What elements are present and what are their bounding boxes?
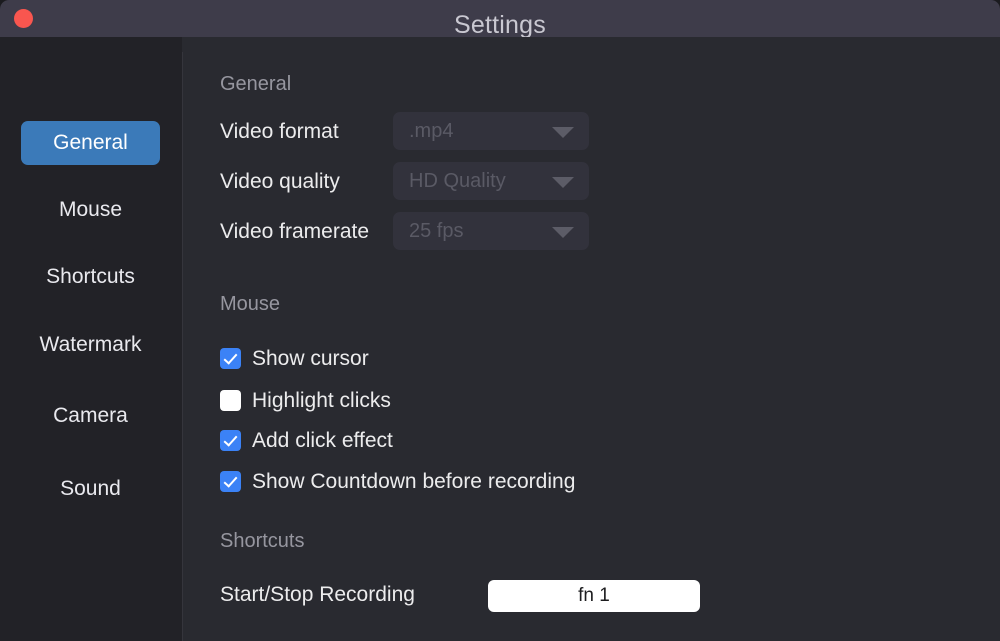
checkbox-show-countdown[interactable] [220,471,241,492]
checkbox-highlight-clicks[interactable] [220,390,241,411]
dropdown-video-format-value: .mp4 [409,120,454,142]
dropdown-video-quality-value: HD Quality [409,170,506,192]
sidebar-item-sound[interactable]: Sound [21,467,160,511]
chevron-down-icon [552,227,574,238]
chevron-down-icon [552,177,574,188]
checkbox-label-highlight-clicks: Highlight clicks [252,389,391,412]
dropdown-video-framerate-value: 25 fps [409,220,464,242]
label-video-format: Video format [220,120,339,143]
section-header-general: General [220,73,292,95]
checkbox-show-cursor[interactable] [220,348,241,369]
checkbox-label-show-countdown: Show Countdown before recording [252,470,576,493]
sidebar: General Mouse Shortcuts Watermark Camera… [0,37,182,641]
sidebar-item-general[interactable]: General [21,121,160,165]
window-title: Settings [454,11,546,39]
sidebar-item-shortcuts[interactable]: Shortcuts [21,255,160,299]
checkbox-label-add-click-effect: Add click effect [252,429,393,452]
label-start-stop-recording: Start/Stop Recording [220,583,415,606]
label-video-quality: Video quality [220,170,340,193]
chevron-down-icon [552,127,574,138]
sidebar-item-watermark[interactable]: Watermark [21,323,160,367]
checkbox-label-show-cursor: Show cursor [252,347,369,370]
sidebar-item-camera[interactable]: Camera [21,394,160,438]
dropdown-video-framerate[interactable]: 25 fps [393,212,589,250]
settings-content: General Video format .mp4 Video quality … [183,37,1000,641]
label-video-framerate: Video framerate [220,220,370,243]
shortcut-input-start-stop-recording[interactable]: fn 1 [488,580,700,612]
dropdown-video-format[interactable]: .mp4 [393,112,589,150]
shortcut-value: fn 1 [578,585,610,606]
checkbox-add-click-effect[interactable] [220,430,241,451]
sidebar-item-mouse[interactable]: Mouse [21,188,160,232]
section-header-mouse: Mouse [220,293,281,315]
dropdown-video-quality[interactable]: HD Quality [393,162,589,200]
settings-window: Settings General Mouse Shortcuts Waterma… [0,0,1000,641]
section-header-shortcuts: Shortcuts [220,530,305,552]
title-bar: Settings [0,0,1000,39]
